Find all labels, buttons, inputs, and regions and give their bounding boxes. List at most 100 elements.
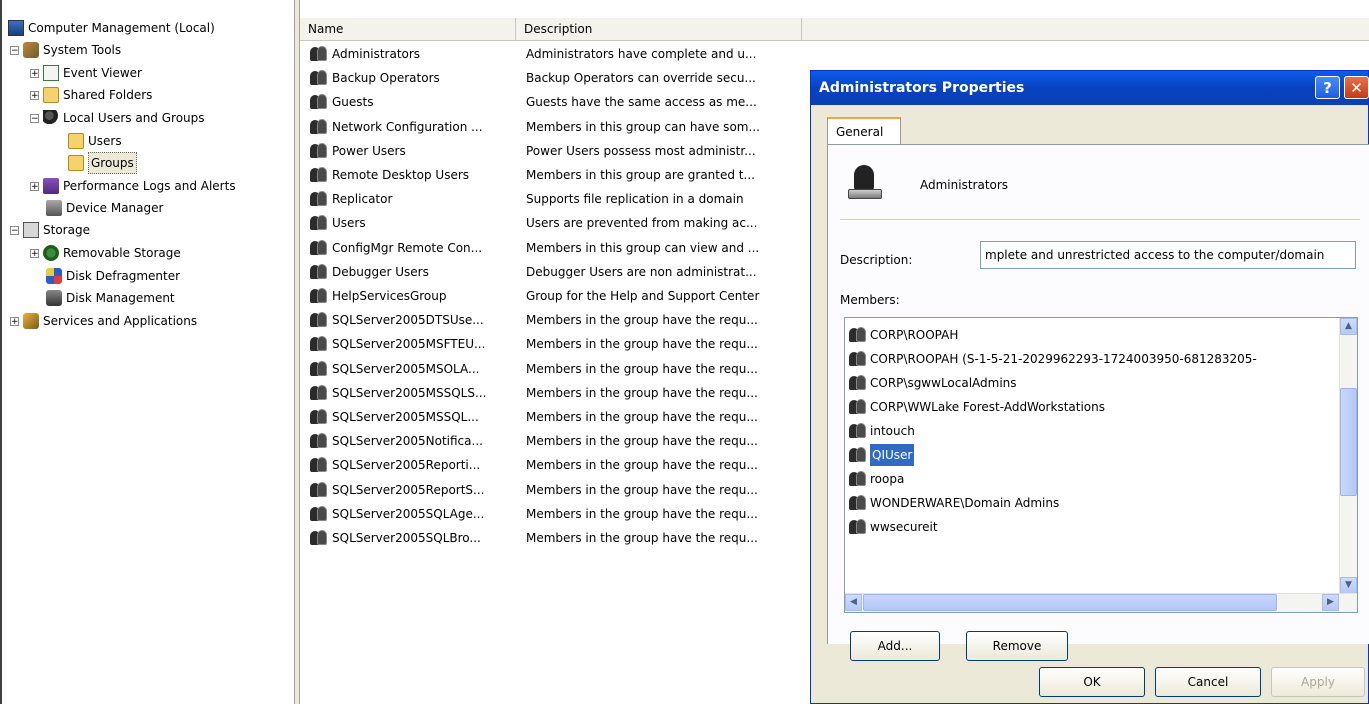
group-icon	[310, 312, 328, 328]
expand-icon[interactable]: +	[30, 181, 39, 191]
member-list-item[interactable]: CORP\ROOPAH	[849, 324, 958, 346]
group-description-cell: Group for the Help and Support Center	[526, 289, 760, 303]
group-description-cell: Members in this group are granted t...	[526, 168, 755, 182]
scroll-left-icon[interactable]: ◀	[845, 594, 862, 611]
group-icon	[310, 239, 328, 256]
tree-item-local-users-and-groups[interactable]: − Local Users and Groups	[30, 108, 205, 128]
tree-item-event-viewer[interactable]: + Event Viewer	[30, 63, 142, 83]
group-name-cell: SQLServer2005Reporti...	[332, 458, 481, 473]
divider	[840, 219, 1360, 221]
table-row[interactable]: SQLServer2005MSFTEU... Members in the gro…	[310, 332, 810, 356]
tree-item-storage[interactable]: − Storage	[10, 220, 90, 240]
table-row[interactable]: Debugger Users Debugger Users are non adm…	[310, 260, 810, 284]
member-list-item[interactable]: intouch	[849, 420, 915, 442]
member-list-item[interactable]: CORP\sgwwLocalAdmins	[849, 372, 1017, 394]
group-icon	[310, 384, 328, 401]
remove-button[interactable]: Remove	[966, 631, 1068, 661]
user-icon	[849, 423, 867, 439]
tree-item-computer-management-local[interactable]: Computer Management (Local)	[8, 18, 215, 38]
tree-item-disk-management[interactable]: Disk Management	[46, 288, 175, 308]
tree-item-groups[interactable]: Groups	[68, 152, 137, 174]
collapse-icon[interactable]: −	[10, 45, 19, 55]
table-row[interactable]: SQLServer2005Notifica... Members in the g…	[310, 429, 810, 453]
tree-item-services-and-applications[interactable]: + Services and Applications	[10, 311, 197, 331]
collapse-icon[interactable]: −	[30, 113, 39, 123]
table-row[interactable]: SQLServer2005MSSQLS... Members in the gro…	[310, 381, 810, 405]
group-description-cell: Members in this group can have som...	[526, 119, 760, 134]
scroll-thumb-vertical[interactable]	[1340, 388, 1357, 496]
scroll-thumb-horizontal[interactable]	[863, 594, 1277, 611]
member-list-item[interactable]: roopa	[849, 468, 904, 490]
scroll-down-icon[interactable]: ▼	[1340, 577, 1357, 594]
members-list[interactable]: wwsecureit WONDERWARE\Domain Admins roopa Q…	[844, 317, 1358, 613]
group-icon	[310, 142, 328, 159]
help-button[interactable]: ?	[1315, 76, 1340, 99]
scroll-right-icon[interactable]: ▶	[1322, 594, 1339, 611]
table-row[interactable]: SQLServer2005SQLAge... Members in the gro…	[310, 502, 810, 526]
member-list-item[interactable]: CORP\ROOPAH (S-1-5-21-2029962293-1724003…	[849, 348, 1257, 370]
add-button[interactable]: Add...	[850, 631, 940, 661]
tree-item-label: Local Users and Groups	[63, 111, 205, 125]
tab-general[interactable]: General	[827, 117, 901, 145]
group-description-cell: Members in the group have the requ...	[526, 434, 758, 449]
tree-item-device-manager[interactable]: Device Manager	[46, 198, 163, 218]
tree-item-performance-logs-and-alerts[interactable]: + Performance Logs and Alerts	[30, 176, 236, 196]
member-list-item[interactable]: wwsecureit	[849, 516, 938, 538]
scroll-up-icon[interactable]: ▲	[1340, 318, 1357, 335]
table-row[interactable]: SQLServer2005DTSUse... Members in the gro…	[310, 308, 810, 332]
member-list-item[interactable]: QIUser	[849, 444, 915, 466]
expand-icon[interactable]: +	[30, 248, 39, 258]
members-horizontal-scrollbar[interactable]: ◀ ▶	[845, 593, 1357, 612]
table-row[interactable]: SQLServer2005SQLBro... Members in the gro…	[310, 526, 810, 550]
table-row[interactable]: Power Users Power Users possess most admi…	[310, 139, 810, 163]
description-field[interactable]	[980, 241, 1356, 269]
tree-item-shared-folders[interactable]: + Shared Folders	[30, 85, 152, 105]
table-row[interactable]: Guests Guests have the same access as me.…	[310, 90, 810, 114]
member-name: roopa	[870, 472, 905, 486]
table-row[interactable]: Remote Desktop Users Members in this grou…	[310, 163, 810, 187]
table-row[interactable]: HelpServicesGroup Group for the Help and …	[310, 284, 810, 308]
table-row[interactable]: SQLServer2005MSSQL... Members in the grou…	[310, 405, 810, 429]
tree-item-system-tools[interactable]: − System Tools	[10, 40, 121, 60]
expand-icon[interactable]: +	[30, 68, 39, 78]
table-row[interactable]: Network Configuration ... Members in this…	[310, 115, 810, 139]
member-name: CORP\WWLake Forest-AddWorkstations	[870, 400, 1105, 414]
column-header-name[interactable]: Name	[300, 18, 516, 40]
tree-item-users[interactable]: Users	[68, 131, 122, 151]
shared-folders-icon	[43, 87, 59, 103]
disk-management-icon	[46, 290, 62, 306]
apply-button[interactable]: Apply	[1271, 667, 1365, 697]
dialog-title: Administrators Properties	[819, 80, 1025, 96]
device-manager-icon	[46, 200, 62, 216]
group-icon	[848, 165, 884, 201]
group-icon	[310, 433, 328, 449]
cancel-button[interactable]: Cancel	[1155, 667, 1261, 697]
user-icon	[849, 399, 867, 415]
table-row[interactable]: Replicator Supports file replication in a…	[310, 187, 810, 211]
tree-item-disk-defragmenter[interactable]: Disk Defragmenter	[46, 266, 180, 286]
group-description-cell: Members in the group have the requ...	[526, 337, 758, 352]
table-row[interactable]: Backup Operators Backup Operators can ove…	[310, 66, 810, 90]
column-header-description[interactable]: Description	[516, 18, 802, 40]
group-description-cell: Members in the group have the requ...	[526, 458, 758, 473]
member-list-item[interactable]: CORP\WWLake Forest-AddWorkstations	[849, 396, 1105, 418]
table-row[interactable]: SQLServer2005ReportS... Members in the gr…	[310, 478, 810, 502]
tree-item-removable-storage[interactable]: + Removable Storage	[30, 243, 181, 263]
expand-icon[interactable]: +	[10, 316, 19, 326]
group-icon	[310, 191, 328, 207]
table-row[interactable]: SQLServer2005Reporti... Members in the gr…	[310, 453, 810, 477]
collapse-icon[interactable]: −	[10, 225, 19, 235]
members-vertical-scrollbar[interactable]: ▲ ▼	[1339, 318, 1357, 594]
member-list-item[interactable]: WONDERWARE\Domain Admins	[849, 492, 1059, 514]
dialog-title-bar[interactable]: Administrators Properties ? ✕	[811, 71, 1369, 105]
expand-icon[interactable]: +	[30, 90, 39, 100]
ok-button[interactable]: OK	[1039, 667, 1145, 697]
general-tab-page: Administrators Description: Members: wws…	[827, 144, 1369, 661]
table-row[interactable]: SQLServer2005MSOLA... Members in the grou…	[310, 357, 810, 381]
member-name: wwsecureit	[870, 520, 938, 534]
table-row[interactable]: Users Users are prevented from making ac.…	[310, 211, 810, 235]
table-row[interactable]: ConfigMgr Remote Con... Members in this g…	[310, 236, 810, 260]
table-row[interactable]: Administrators Administrators have comple…	[310, 42, 810, 66]
close-button[interactable]: ✕	[1344, 76, 1369, 99]
member-name: CORP\ROOPAH (S-1-5-21-2029962293-1724003…	[870, 352, 1257, 366]
